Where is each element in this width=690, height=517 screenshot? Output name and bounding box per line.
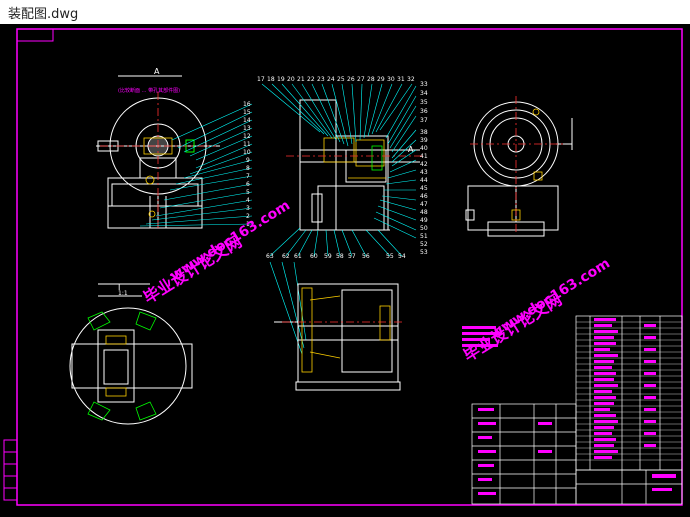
file-tab-title[interactable]: 装配图.dwg: [8, 3, 78, 22]
callout-60: 60: [310, 253, 318, 260]
callout-26: 26: [347, 76, 355, 83]
callout-53: 53: [420, 249, 428, 256]
callout-15: 15: [243, 109, 251, 116]
callout-6: 6: [246, 181, 250, 188]
callout-57: 57: [348, 253, 356, 260]
callout-61: 61: [294, 253, 302, 260]
callout-55: 55: [386, 253, 394, 260]
callouts-top: 17 18 19 20 21 22 23 24 25 26 27 28 29 3…: [257, 76, 415, 83]
callouts-bottom: 63 62 61 60 59 58 57 56 55 54: [266, 253, 406, 260]
callout-34: 34: [420, 90, 428, 97]
callout-13: 13: [243, 125, 251, 132]
callout-30: 30: [387, 76, 395, 83]
side-yellow-detail: [323, 137, 386, 179]
drawing-canvas[interactable]: A (比较断面 … 带孔其部件图) A 16 15 14 13 12 11 10…: [0, 24, 690, 517]
callout-42: 42: [420, 161, 428, 168]
code-box-top-left: [16, 28, 54, 42]
callout-4: 4: [246, 197, 250, 204]
callout-12: 12: [243, 133, 251, 140]
callout-51: 51: [420, 233, 428, 240]
top-view-yellow: [301, 287, 391, 373]
callout-49: 49: [420, 217, 428, 224]
callout-3: 3: [246, 205, 250, 212]
callout-41: 41: [420, 153, 428, 160]
callout-31: 31: [397, 76, 405, 83]
parts-list: [575, 315, 683, 471]
callout-25: 25: [337, 76, 345, 83]
callout-28: 28: [367, 76, 375, 83]
detail-yellow: [105, 335, 127, 397]
right-view: [465, 101, 573, 237]
detail-view: [69, 307, 193, 425]
callout-33: 33: [420, 81, 428, 88]
callout-45: 45: [420, 185, 428, 192]
section-label-a: A: [154, 67, 160, 76]
callout-38: 38: [420, 129, 428, 136]
detail-scale: 1:1: [118, 290, 128, 297]
callout-44: 44: [420, 177, 428, 184]
callout-5: 5: [246, 189, 250, 196]
callout-52: 52: [420, 241, 428, 248]
revision-strip: [3, 439, 18, 501]
callout-54: 54: [398, 253, 406, 260]
top-view: [274, 283, 401, 391]
callout-22: 22: [307, 76, 315, 83]
section-note: (比较断面 … 带孔其部件图): [118, 87, 180, 94]
callout-47: 47: [420, 201, 428, 208]
drawing-svg: A (比较断面 … 带孔其部件图) A 16 15 14 13 12 11 10…: [3, 28, 683, 506]
watermark-right-line2: www.doc163.com: [487, 255, 613, 342]
callout-27: 27: [357, 76, 365, 83]
callout-62: 62: [282, 253, 290, 260]
parts-list-rows: [576, 321, 682, 461]
callout-39: 39: [420, 137, 428, 144]
callout-21: 21: [297, 76, 305, 83]
callout-29: 29: [377, 76, 385, 83]
callout-24: 24: [327, 76, 335, 83]
callout-50: 50: [420, 225, 428, 232]
callout-18: 18: [267, 76, 275, 83]
callouts-right: 33 34 35 36 37 38 39 40 41 42 43 44 45 4…: [420, 81, 428, 256]
callout-35: 35: [420, 99, 428, 106]
callout-59: 59: [324, 253, 332, 260]
callout-19: 19: [277, 76, 285, 83]
outer-frame: [16, 28, 683, 506]
callout-9: 9: [246, 157, 250, 164]
callout-32: 32: [407, 76, 415, 83]
callout-56: 56: [362, 253, 370, 260]
callout-11: 11: [243, 141, 251, 148]
callout-40: 40: [420, 145, 428, 152]
front-centerlines: [100, 92, 216, 230]
callout-10: 10: [243, 149, 251, 156]
callout-58: 58: [336, 253, 344, 260]
callout-46: 46: [420, 193, 428, 200]
callout-16: 16: [243, 101, 251, 108]
parts-list-text: [594, 318, 656, 459]
inner-border: [16, 28, 683, 506]
callout-48: 48: [420, 209, 428, 216]
callout-7: 7: [246, 173, 250, 180]
callout-37: 37: [420, 117, 428, 124]
callout-14: 14: [243, 117, 251, 124]
tab-bar: 装配图.dwg: [0, 0, 690, 25]
callout-36: 36: [420, 108, 428, 115]
watermark-right: 毕业设计论文网 www.doc163.com: [460, 255, 613, 365]
callout-8: 8: [246, 165, 250, 172]
callout-20: 20: [287, 76, 295, 83]
callout-23: 23: [317, 76, 325, 83]
callout-63: 63: [266, 253, 274, 260]
callout-17: 17: [257, 76, 265, 83]
callout-43: 43: [420, 169, 428, 176]
